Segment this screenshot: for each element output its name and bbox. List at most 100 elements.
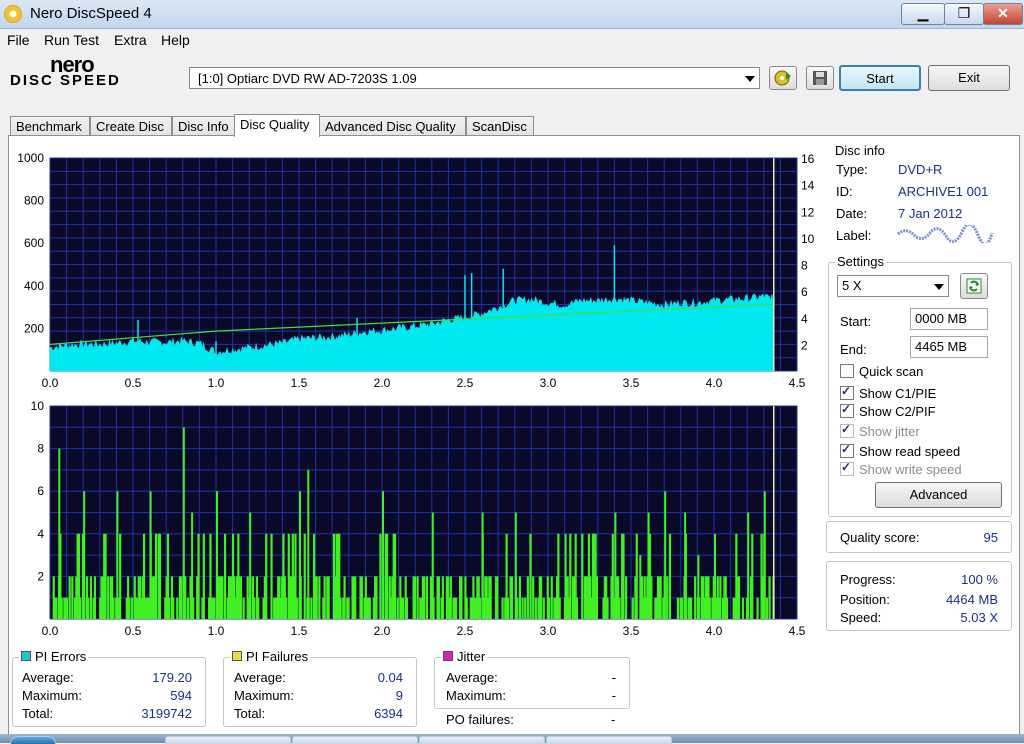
pif-bar — [154, 533, 158, 619]
save-button[interactable] — [806, 66, 834, 90]
drive-select[interactable]: [1:0] Optiarc DVD RW AD-7203S 1.09 — [189, 67, 760, 89]
quick-scan-checkbox[interactable]: Quick scan — [840, 364, 923, 379]
pif-bar — [719, 576, 722, 619]
pif-bar — [303, 533, 306, 619]
pif-bar — [65, 597, 69, 619]
pif-peak — [58, 448, 61, 619]
x-tick-label: 2.0 — [374, 376, 391, 390]
pif-bar — [524, 597, 527, 619]
speed-select[interactable]: 5 X — [837, 275, 949, 297]
pi-errors-total-value: 3199742 — [141, 706, 192, 721]
pif-bar — [676, 597, 680, 619]
pif-peak — [714, 533, 716, 619]
tab-scandisc[interactable]: ScanDisc — [466, 116, 534, 136]
quality-score-label: Quality score: — [840, 530, 920, 545]
pif-bar — [93, 576, 97, 619]
pif-bar — [242, 597, 245, 619]
pif-bar — [197, 533, 200, 619]
tab-disc-quality[interactable]: Disc Quality — [234, 114, 320, 137]
y2-tick-label: 12 — [801, 205, 815, 219]
minimize-button[interactable]: ▁ — [901, 3, 945, 25]
pif-peak — [747, 512, 750, 619]
nero-discspeed-logo: nero DISC SPEED — [10, 52, 145, 92]
pif-peak — [299, 491, 301, 619]
y2-tick-label: 14 — [801, 179, 815, 193]
disc-eject-icon — [774, 70, 791, 86]
pif-peak — [249, 512, 252, 619]
pif-bar — [581, 533, 584, 619]
pif-bar — [223, 533, 227, 619]
pif-bar — [540, 576, 543, 619]
pif-bar — [518, 576, 521, 619]
y-tick-label: 400 — [24, 279, 44, 293]
speed-label: Speed: — [840, 610, 882, 625]
pif-bar — [534, 597, 537, 619]
pif-bar — [550, 576, 553, 619]
menu-extra[interactable]: Extra — [114, 32, 147, 48]
pif-bar — [680, 597, 683, 619]
pif-bar — [257, 597, 260, 619]
refresh-speed-button[interactable] — [960, 273, 988, 299]
maximize-button[interactable]: ❐ — [944, 3, 984, 25]
pif-bar — [465, 597, 468, 619]
pif-bar — [89, 576, 93, 619]
pif-peak — [149, 491, 152, 619]
y-tick-label: 6 — [37, 484, 44, 498]
quality-score-value: 95 — [983, 530, 998, 545]
start-input[interactable]: 0000 MB — [910, 308, 988, 330]
speed-select-value: 5 X — [842, 278, 862, 293]
pif-bar — [501, 597, 504, 619]
show-read-speed-label: Show read speed — [859, 444, 961, 459]
show-jitter-checkbox: Show jitter — [840, 422, 920, 439]
x-tick-label: 4.5 — [789, 376, 806, 390]
pif-bar — [112, 597, 115, 619]
disc-info-group: Disc info Type: DVD+R ID: ARCHIVE1 001 D… — [828, 143, 1012, 251]
pif-bar — [455, 597, 458, 619]
tab-benchmark[interactable]: Benchmark — [10, 116, 90, 136]
window-title: Nero DiscSpeed 4 — [30, 5, 152, 22]
pif-peak — [647, 512, 650, 619]
progress-value: 100 % — [961, 572, 998, 587]
tab-create-disc[interactable]: Create Disc — [90, 116, 172, 136]
start-button[interactable]: Start — [839, 65, 921, 91]
show-read-speed-checkbox[interactable]: Show read speed — [840, 442, 961, 459]
tab-advanced-disc-quality[interactable]: Advanced Disc Quality — [319, 116, 466, 136]
pi-failures-total-value: 6394 — [374, 706, 403, 721]
pif-bar — [425, 576, 429, 619]
pif-bar — [625, 576, 628, 619]
end-input[interactable]: 4465 MB — [910, 336, 988, 358]
pif-bar — [529, 533, 532, 619]
pif-peak — [614, 512, 617, 619]
pif-bar — [575, 597, 579, 619]
menu-help[interactable]: Help — [161, 32, 190, 48]
show-write-speed-label: Show write speed — [859, 462, 962, 477]
y2-tick-label: 16 — [801, 152, 815, 166]
pif-bar — [690, 597, 693, 619]
pif-bar — [751, 533, 754, 619]
pif-peak — [564, 533, 567, 619]
pif-bar — [393, 533, 397, 619]
pif-bar — [354, 576, 357, 619]
tab-disc-info[interactable]: Disc Info — [172, 116, 235, 136]
y-tick-label: 600 — [24, 236, 44, 250]
menu-bar: File Run Test Extra Help — [0, 29, 1024, 51]
pif-bar — [131, 597, 134, 619]
pi-failures-max-value: 9 — [395, 688, 403, 703]
close-button[interactable]: ✕ — [983, 3, 1023, 25]
x-tick-label: 4.5 — [789, 624, 806, 638]
magenta-swatch-icon — [443, 651, 453, 661]
pif-bar — [532, 576, 535, 619]
exit-button[interactable]: Exit — [928, 65, 1010, 91]
menu-run-test[interactable]: Run Test — [44, 32, 99, 48]
advanced-button[interactable]: Advanced — [875, 482, 1002, 508]
refresh-icon — [966, 278, 982, 294]
pi-failures-max-label: Maximum: — [234, 688, 294, 703]
x-tick-label: 1.5 — [291, 376, 308, 390]
pif-peak — [307, 469, 310, 619]
pif-bar — [542, 597, 545, 619]
menu-file[interactable]: File — [7, 32, 30, 48]
pif-bar — [375, 576, 378, 619]
eject-button[interactable] — [769, 66, 797, 90]
show-c2-checkbox[interactable]: Show C2/PIF — [840, 402, 936, 419]
show-c1-checkbox[interactable]: Show C1/PIE — [840, 384, 936, 401]
